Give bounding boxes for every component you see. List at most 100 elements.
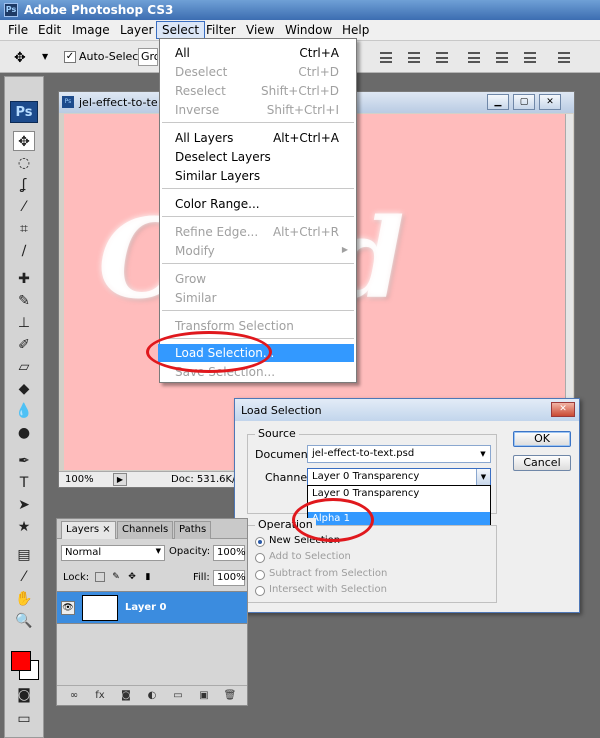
menu-window[interactable]: Window <box>285 23 332 37</box>
adjustment-icon[interactable]: ◐ <box>145 689 159 702</box>
menu-edit[interactable]: Edit <box>38 23 61 37</box>
clone-stamp-tool-icon[interactable]: ⊥ <box>13 313 35 333</box>
folder-icon[interactable]: ▭ <box>171 689 185 702</box>
lock-image-pixels-icon[interactable]: ✎ <box>111 572 121 582</box>
menu-image[interactable]: Image <box>72 23 110 37</box>
ok-button[interactable]: OK <box>513 431 571 447</box>
lock-position-icon[interactable]: ✥ <box>127 572 137 582</box>
close-button[interactable]: ✕ <box>539 94 561 110</box>
shape-tool-icon[interactable]: ★ <box>13 517 35 537</box>
auto-select-checkbox[interactable]: ✓ <box>64 51 76 63</box>
align-top-icon[interactable] <box>378 49 394 65</box>
menu-item-color-range[interactable]: Color Range... <box>160 195 356 213</box>
cancel-button[interactable]: Cancel <box>513 455 571 471</box>
align-horizontal-center-icon[interactable] <box>494 49 510 65</box>
layer-thumbnail <box>82 595 118 621</box>
document-size: Doc: 531.6K/1 <box>171 474 242 485</box>
screen-mode-icon[interactable]: ▭ <box>13 709 35 729</box>
chevron-down-icon: ▼ <box>480 450 486 458</box>
menu-file[interactable]: File <box>8 23 28 37</box>
eye-icon[interactable]: 👁 <box>61 601 75 615</box>
trash-icon[interactable]: 🗑 <box>223 689 237 702</box>
align-bottom-icon[interactable] <box>434 49 450 65</box>
chevron-down-icon[interactable]: ▼ <box>42 52 48 61</box>
menu-item-all-layers[interactable]: All Layers Alt+Ctrl+A <box>160 129 356 147</box>
auto-select-dropdown[interactable]: Gro <box>138 48 158 66</box>
link-icon[interactable]: ∞ <box>67 689 81 702</box>
align-vertical-center-icon[interactable] <box>406 49 422 65</box>
layers-panel: Layers × Channels Paths Normal ▼ Opacity:… <box>56 518 248 706</box>
zoom-tool-icon[interactable]: 🔍 <box>13 611 35 631</box>
menu-item-similar-layers[interactable]: Similar Layers <box>160 167 356 185</box>
menu-layer[interactable]: Layer <box>120 23 153 37</box>
minimize-button[interactable]: ▁ <box>487 94 509 110</box>
lock-transparent-pixels-icon[interactable] <box>95 572 105 582</box>
menu-item-inverse: Inverse Shift+Ctrl+I <box>175 103 339 117</box>
foreground-color-swatch[interactable] <box>11 651 31 671</box>
healing-brush-tool-icon[interactable]: ✚ <box>13 269 35 289</box>
new-layer-icon[interactable]: ▣ <box>197 689 211 702</box>
brush-tool-icon[interactable]: ✎ <box>13 291 35 311</box>
marquee-tool-icon[interactable]: ◌ <box>13 153 35 173</box>
eraser-tool-icon[interactable]: ▱ <box>13 357 35 377</box>
maximize-button[interactable]: ▢ <box>513 94 535 110</box>
align-left-icon[interactable] <box>466 49 482 65</box>
paint-bucket-tool-icon[interactable]: ◆ <box>13 379 35 399</box>
blend-mode-select[interactable]: Normal ▼ <box>61 545 165 561</box>
dodge-tool-icon[interactable]: ● <box>13 423 35 443</box>
move-tool-icon[interactable]: ✥ <box>13 131 35 151</box>
tab-channels[interactable]: Channels <box>117 521 174 539</box>
close-icon[interactable]: ✕ <box>551 402 575 417</box>
quick-mask-icon[interactable]: ◙ <box>13 685 35 705</box>
menu-item-modify: Modify ▶ <box>175 244 348 258</box>
eyedropper-tool-icon[interactable]: ⁄ <box>13 567 35 587</box>
menu-filter[interactable]: Filter <box>206 23 236 37</box>
document-title: jel-effect-to-te <box>79 96 158 109</box>
fx-icon[interactable]: fx <box>93 689 107 702</box>
intersect-with-selection-radio <box>255 586 265 596</box>
distribute-icon[interactable] <box>556 49 572 65</box>
lasso-tool-icon[interactable]: ʆ <box>13 175 35 195</box>
lock-all-icon[interactable]: ▮ <box>143 572 153 582</box>
notes-tool-icon[interactable]: ▤ <box>13 545 35 565</box>
fill-input[interactable]: 100% <box>213 570 246 586</box>
document-select[interactable]: jel-effect-to-text.psd ▼ <box>307 445 491 463</box>
mask-icon[interactable]: ◙ <box>119 689 133 702</box>
pen-tool-icon[interactable]: ✒ <box>13 451 35 471</box>
move-tool-icon[interactable]: ✥ <box>14 50 26 66</box>
menu-help[interactable]: Help <box>342 23 369 37</box>
crop-tool-icon[interactable]: ⌗ <box>13 219 35 239</box>
app-titlebar: Ps Adobe Photoshop CS3 <box>0 0 600 20</box>
menu-view[interactable]: View <box>246 23 274 37</box>
dialog-titlebar[interactable]: Load Selection ✕ <box>235 399 579 421</box>
menu-select[interactable]: Select <box>156 21 206 39</box>
history-brush-tool-icon[interactable]: ✐ <box>13 335 35 355</box>
layer-row[interactable]: 👁 Layer 0 <box>57 591 247 624</box>
lock-label: Lock: <box>63 572 90 583</box>
photoshop-app-icon: Ps <box>4 3 18 17</box>
chevron-down-icon: ▼ <box>155 547 161 555</box>
menu-item-similar: Similar <box>175 291 217 305</box>
new-selection-radio[interactable] <box>255 537 265 547</box>
blur-tool-icon[interactable]: 💧 <box>13 401 35 421</box>
status-nav-icon[interactable]: ▶ <box>113 473 127 486</box>
source-legend: Source <box>255 427 299 440</box>
slice-tool-icon[interactable]: ∕ <box>13 241 35 261</box>
align-right-icon[interactable] <box>522 49 538 65</box>
load-selection-dialog: Load Selection ✕ Source Document: jel-ef… <box>234 398 580 613</box>
menu-item-reselect: Reselect Shift+Ctrl+D <box>175 84 339 98</box>
menu-item-all[interactable]: All Ctrl+A <box>160 44 356 62</box>
menu-separator <box>162 122 354 123</box>
menu-separator <box>162 263 354 264</box>
channel-select[interactable]: Layer 0 Transparency ▼ <box>307 468 491 486</box>
tab-layers[interactable]: Layers × <box>61 521 116 539</box>
tab-paths[interactable]: Paths <box>174 521 212 539</box>
hand-tool-icon[interactable]: ✋ <box>13 589 35 609</box>
opacity-input[interactable]: 100% <box>213 545 246 561</box>
menu-item-deselect-layers[interactable]: Deselect Layers <box>160 148 356 166</box>
fill-label: Fill: <box>193 572 210 583</box>
zoom-level[interactable]: 100% <box>65 474 94 485</box>
magic-wand-tool-icon[interactable]: ⁄ <box>13 197 35 217</box>
type-tool-icon[interactable]: T <box>13 473 35 493</box>
path-selection-tool-icon[interactable]: ➤ <box>13 495 35 515</box>
